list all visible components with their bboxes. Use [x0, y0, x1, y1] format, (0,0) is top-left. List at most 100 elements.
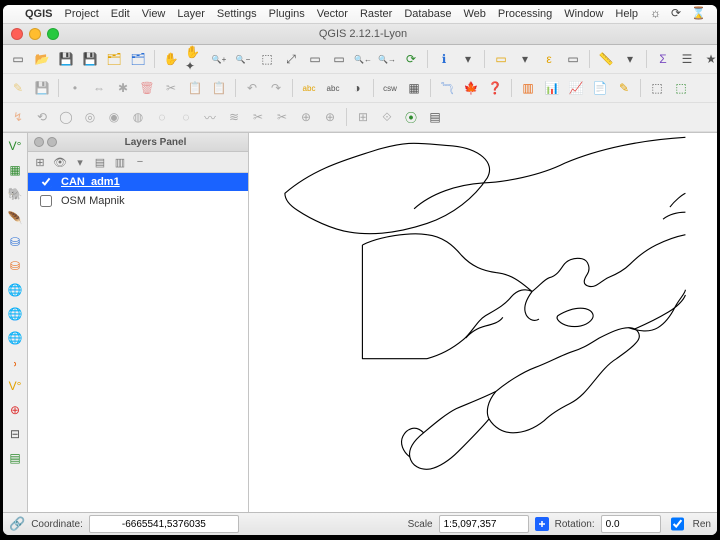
report-button[interactable]: 📄	[589, 77, 611, 99]
delete-selected-button[interactable]: 🗑	[136, 77, 158, 99]
add-vector-button[interactable]: V°	[4, 135, 26, 157]
layer-item[interactable]: CAN_adm1	[28, 173, 248, 192]
expand-all-button[interactable]: ▤	[92, 154, 108, 170]
rotate-feature-button[interactable]: ⟲	[31, 106, 53, 128]
move-feature-button[interactable]: ⇔	[88, 77, 110, 99]
reshape-button[interactable]: 〰	[199, 106, 221, 128]
scale-input[interactable]	[439, 515, 529, 533]
select-rect-button[interactable]: ▭	[490, 48, 512, 70]
split-parts-button[interactable]: ✂	[271, 106, 293, 128]
add-oracle-button[interactable]: ⛁	[4, 255, 26, 277]
stats-button[interactable]: ☰	[676, 48, 698, 70]
manage-visibility-button[interactable]: 👁	[52, 154, 68, 170]
open-project-button[interactable]: 📂	[31, 48, 53, 70]
measure-button[interactable]: 📏	[595, 48, 617, 70]
identify-dropdown-button[interactable]: ▾	[457, 48, 479, 70]
add-spatialite-button[interactable]: 🪶	[4, 207, 26, 229]
sync-icon[interactable]: ⟳	[671, 6, 681, 23]
composer-manager-button[interactable]: 🗂	[127, 48, 149, 70]
field-calc-button[interactable]: Σ	[652, 48, 674, 70]
digitize-enable-button[interactable]: ↯	[7, 106, 29, 128]
new-shp-button[interactable]: V°	[4, 375, 26, 397]
new-project-button[interactable]: ▭	[7, 48, 29, 70]
cad-a-button[interactable]: ⊞	[352, 106, 374, 128]
bluetooth-icon[interactable]: ⚡	[716, 6, 717, 23]
add-group-button[interactable]: ⊞	[32, 154, 48, 170]
label-opts-button[interactable]: abc	[322, 77, 344, 99]
menu-raster[interactable]: Raster	[360, 8, 392, 20]
chart-button[interactable]: 📊	[541, 77, 563, 99]
app-menu[interactable]: QGIS	[25, 8, 53, 20]
layer-item[interactable]: OSM Mapnik	[28, 192, 248, 211]
paste-button[interactable]: 📋	[208, 77, 230, 99]
menu-vector[interactable]: Vector	[317, 8, 348, 20]
deselect-button[interactable]: ▭	[562, 48, 584, 70]
add-wfs-button[interactable]: 🌐	[4, 327, 26, 349]
add-wcs-button[interactable]: 🌐	[4, 303, 26, 325]
identify-button[interactable]: ℹ	[433, 48, 455, 70]
map-canvas[interactable]	[249, 133, 717, 512]
merge-feat-button[interactable]: ⊕	[295, 106, 317, 128]
del-part-button[interactable]: ◌	[175, 106, 197, 128]
timemachine-icon[interactable]: ⌛	[691, 6, 706, 23]
metasearch-button[interactable]: ▦	[403, 77, 425, 99]
add-wms-button[interactable]: 🌐	[4, 279, 26, 301]
zoom-full-button[interactable]: ⤢	[280, 48, 302, 70]
add-raster-button[interactable]: ▦	[4, 159, 26, 181]
select-dropdown-button[interactable]: ▾	[514, 48, 536, 70]
merge-attr-button[interactable]: ⊕	[319, 106, 341, 128]
simplify-button[interactable]: ◯	[55, 106, 77, 128]
node-tool-button[interactable]: ✱	[112, 77, 134, 99]
collapse-all-button[interactable]: ▥	[112, 154, 128, 170]
plugin-b-button[interactable]: ⬚	[670, 77, 692, 99]
refresh-button[interactable]: ⟳	[400, 48, 422, 70]
csw-button[interactable]: csw	[379, 77, 401, 99]
new-gpx-button[interactable]: ⊕	[4, 399, 26, 421]
add-part-button[interactable]: ◉	[103, 106, 125, 128]
layer-visibility-checkbox[interactable]	[40, 195, 52, 207]
save-edits-button[interactable]: 💾	[31, 77, 53, 99]
panel-close-icon[interactable]	[34, 137, 44, 147]
add-ring-button[interactable]: ◎	[79, 106, 101, 128]
maple-button[interactable]: 🍁	[460, 77, 482, 99]
crs-button[interactable]: 🔗	[9, 516, 25, 532]
redo-button[interactable]: ↷	[265, 77, 287, 99]
cad-entry-button[interactable]: ▤	[424, 106, 446, 128]
script-button[interactable]: ✎	[613, 77, 635, 99]
menu-project[interactable]: Project	[65, 8, 99, 20]
pan-button[interactable]: ✋	[160, 48, 182, 70]
render-checkbox[interactable]	[671, 516, 684, 532]
menu-settings[interactable]: Settings	[217, 8, 257, 20]
menu-layer[interactable]: Layer	[177, 8, 205, 20]
coordinate-input[interactable]	[89, 515, 239, 533]
zoom-out-button[interactable]: 🔍−	[232, 48, 254, 70]
remove-layer-button[interactable]: −	[132, 154, 148, 170]
fill-ring-button[interactable]: ◍	[127, 106, 149, 128]
bookmarks-button[interactable]: ★	[700, 48, 717, 70]
zoom-last-button[interactable]: 🔍←	[352, 48, 374, 70]
help-button[interactable]: ❓	[484, 77, 506, 99]
plot-button[interactable]: 📈	[565, 77, 587, 99]
add-feature-button[interactable]: •	[64, 77, 86, 99]
split-feat-button[interactable]: ✂	[247, 106, 269, 128]
select-expr-button[interactable]: ε	[538, 48, 560, 70]
measure-dropdown-button[interactable]: ▾	[619, 48, 641, 70]
menu-plugins[interactable]: Plugins	[269, 8, 305, 20]
zoom-next-button[interactable]: 🔍→	[376, 48, 398, 70]
menu-edit[interactable]: Edit	[111, 8, 130, 20]
save-as-button[interactable]: 💾	[79, 48, 101, 70]
plugin-a-button[interactable]: ⬚	[646, 77, 668, 99]
zoom-layer-button[interactable]: ▭	[328, 48, 350, 70]
filter-legend-button[interactable]: ▾	[72, 154, 88, 170]
layer-visibility-checkbox[interactable]	[40, 176, 52, 188]
zoom-in-button[interactable]: 🔍+	[208, 48, 230, 70]
add-pg-raster-button[interactable]: ▤	[4, 447, 26, 469]
add-csv-button[interactable]: ᠈	[4, 351, 26, 373]
cad-b-button[interactable]: ⟐	[376, 106, 398, 128]
hist-button[interactable]: ▥	[517, 77, 539, 99]
menu-window[interactable]: Window	[564, 8, 603, 20]
panel-undock-icon[interactable]	[47, 137, 57, 147]
dropbox-icon[interactable]: ☼	[650, 6, 661, 23]
del-ring-button[interactable]: ◌	[151, 106, 173, 128]
menu-help[interactable]: Help	[615, 8, 638, 20]
